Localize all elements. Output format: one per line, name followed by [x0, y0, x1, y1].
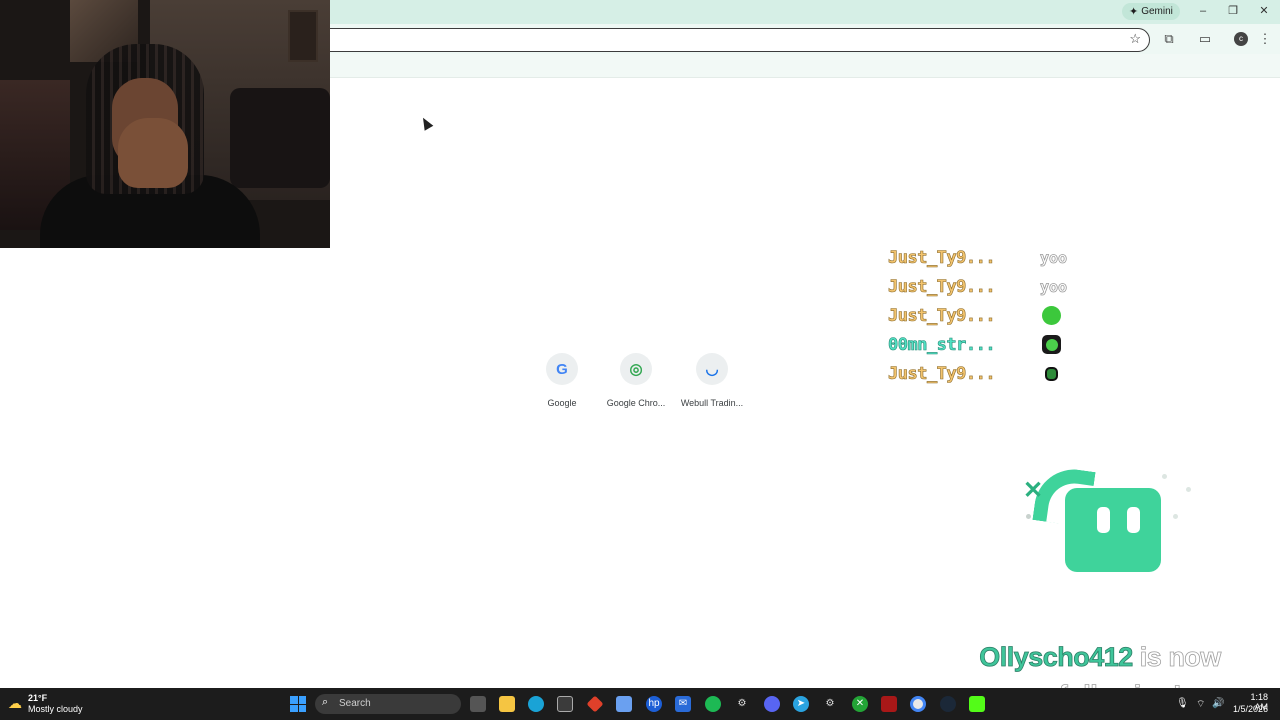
discord-icon[interactable]: [764, 696, 780, 712]
wifi-icon[interactable]: ⌔: [1196, 698, 1205, 711]
green-gremlin-emote-icon: [1042, 364, 1061, 383]
shortcut-webull[interactable]: ◡ Webull Tradin...: [672, 353, 752, 408]
taskbar-search-placeholder: Search: [339, 698, 371, 709]
telegram-icon[interactable]: ➤: [793, 696, 809, 712]
start-button-icon[interactable]: [290, 696, 306, 712]
chat-message: Just_Ty9... yoo: [888, 248, 1128, 277]
browser-menu-icon[interactable]: ⋮: [1256, 30, 1274, 48]
stream-chat-overlay: Just_Ty9... yoo Just_Ty9... yoo Just_Ty9…: [888, 248, 1128, 393]
spotify-icon[interactable]: [705, 696, 721, 712]
chrome-logo-icon: ◎: [620, 353, 652, 385]
tab-search-icon[interactable]: ▭: [1196, 30, 1214, 48]
settings-gear-icon[interactable]: ⚙: [734, 696, 750, 712]
weather-temperature[interactable]: 21°F: [28, 693, 47, 703]
windows-taskbar: [0, 688, 1280, 720]
chat-username: Just_Ty9...: [888, 306, 996, 327]
gear-app-icon[interactable]: ⚙: [822, 696, 838, 712]
bookmark-star-icon[interactable]: ☆: [1129, 31, 1141, 47]
shortcut-label: Google Chro...: [606, 398, 666, 408]
red-app-icon[interactable]: [881, 696, 897, 712]
extensions-icon[interactable]: ⧉: [1160, 30, 1178, 48]
chat-message: Just_Ty9...: [888, 364, 1128, 393]
chat-message: Just_Ty9... yoo: [888, 277, 1128, 306]
chat-username: Just_Ty9...: [888, 364, 996, 385]
follower-name: Ollyscho412: [979, 642, 1134, 673]
copilot-icon[interactable]: [616, 696, 632, 712]
minimize-button[interactable]: –: [1188, 3, 1218, 19]
webcam-couch: [230, 88, 330, 188]
google-logo-icon: G: [546, 353, 578, 385]
hp-icon[interactable]: hp: [646, 696, 662, 712]
store-icon[interactable]: [557, 696, 573, 712]
restore-button[interactable]: ❐: [1218, 3, 1248, 19]
close-window-button[interactable]: ✕: [1249, 3, 1279, 19]
shortcut-label: Webull Tradin...: [680, 398, 744, 408]
xbox-icon[interactable]: ✕: [852, 696, 868, 712]
volume-icon[interactable]: 🔊: [1212, 698, 1224, 709]
webcam-picture-frame: [288, 10, 318, 62]
shortcut-label: Google: [547, 398, 577, 408]
clock-date[interactable]: 1/5/2026: [1226, 704, 1268, 714]
edge-icon[interactable]: [528, 696, 544, 712]
kick-icon[interactable]: [969, 696, 985, 712]
sparkle-dot: [1173, 514, 1178, 519]
weather-condition[interactable]: Mostly cloudy: [28, 704, 83, 714]
chat-text: yoo: [1040, 249, 1068, 268]
screen: ✦ Gemini – ❐ ✕ ☆ ⧉ ▭ c ⋮ G Google ◎ Goog…: [0, 0, 1280, 720]
chat-username: Just_Ty9...: [888, 277, 996, 298]
mouse-cursor-icon: [418, 115, 434, 131]
chat-username: Just_Ty9...: [888, 248, 996, 269]
search-icon: ⌕: [322, 696, 329, 708]
chrome-taskbar-icon[interactable]: [910, 696, 926, 712]
frog-sunglasses-emote-icon: [1042, 335, 1061, 354]
chat-username: 00mn_str...: [888, 335, 996, 356]
gemini-button[interactable]: ✦ Gemini: [1122, 3, 1180, 20]
chat-text: yoo: [1040, 278, 1068, 297]
follow-alert-text: is now: [1139, 642, 1221, 673]
mascot-x-icon: ✕: [1023, 477, 1044, 504]
microphone-icon[interactable]: 🎙: [1176, 698, 1189, 709]
webcam-overlay: [0, 0, 330, 248]
profile-avatar[interactable]: c: [1234, 32, 1248, 46]
shortcut-google[interactable]: G Google: [522, 353, 602, 408]
mascot-eye-right: [1127, 507, 1140, 533]
sparkle-dot: [1026, 514, 1031, 519]
mail-icon[interactable]: ✉: [675, 696, 691, 712]
green-frog-emote-icon: [1042, 306, 1061, 325]
steam-icon[interactable]: [940, 696, 956, 712]
webcam-person-hand: [118, 118, 188, 188]
task-view-icon[interactable]: [470, 696, 486, 712]
shortcut-google-chrome[interactable]: ◎ Google Chro...: [596, 353, 676, 408]
sparkle-dot: [1186, 487, 1191, 492]
mascot-eye-left: [1097, 507, 1110, 533]
mascot-body-icon: [1065, 488, 1161, 572]
gemini-label: Gemini: [1141, 6, 1173, 17]
taskbar-search-box[interactable]: ⌕ Search: [315, 694, 461, 714]
file-explorer-icon[interactable]: [499, 696, 515, 712]
webull-logo-icon: ◡: [696, 353, 728, 385]
chat-message: 00mn_str...: [888, 335, 1128, 364]
sparkle-dot: [1162, 474, 1167, 479]
chat-message: Just_Ty9...: [888, 306, 1128, 335]
weather-cloud-icon[interactable]: ☁: [8, 695, 22, 712]
gemini-sparkle-icon: ✦: [1129, 6, 1139, 18]
